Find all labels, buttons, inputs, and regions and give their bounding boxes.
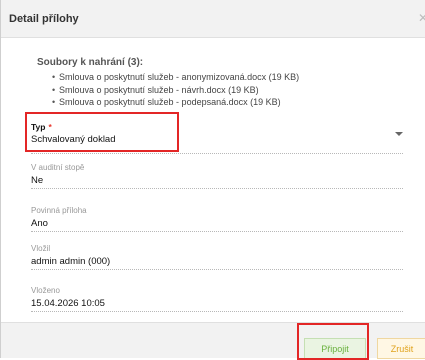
mandatory-attachment-field: Povinná příloha Ano — [31, 205, 403, 232]
file-list-item: Smlouva o poskytnutí služeb - návrh.docx… — [59, 84, 299, 97]
file-list-item: Smlouva o poskytnutí služeb - podepsaná.… — [59, 96, 299, 109]
mandatory-attachment-value: Ano — [31, 218, 48, 229]
mandatory-attachment-label: Povinná příloha — [31, 206, 87, 215]
inserted-date-value: 15.04.2026 10:05 — [31, 298, 105, 309]
inserted-by-value: admin admin (000) — [31, 256, 111, 267]
file-list-item: Smlouva o poskytnutí služeb - anonymizov… — [59, 71, 299, 84]
required-marker: * — [48, 122, 52, 132]
attachment-detail-dialog: Detail přílohy ✕ Soubory k nahrání (3): … — [0, 0, 425, 360]
dialog-title: Detail přílohy — [9, 13, 79, 25]
close-icon[interactable]: ✕ — [418, 11, 425, 25]
inserted-by-field: Vložil admin admin (000) — [31, 243, 403, 270]
type-select[interactable]: Typ * Schvalovaný doklad — [31, 121, 403, 154]
files-to-upload-list: Smlouva o poskytnutí služeb - anonymizov… — [59, 71, 299, 109]
audit-trail-label: V auditní stopě — [31, 163, 85, 172]
audit-trail-field: V auditní stopě Ne — [31, 162, 403, 189]
files-to-upload-heading: Soubory k nahrání (3): — [37, 57, 144, 68]
attach-button[interactable]: Připojit — [304, 338, 366, 359]
chevron-down-icon[interactable] — [395, 132, 403, 136]
inserted-by-label: Vložil — [31, 244, 51, 253]
type-label: Typ * — [31, 122, 52, 132]
audit-trail-value: Ne — [31, 175, 44, 186]
dialog-header: Detail přílohy ✕ — [1, 0, 425, 38]
cancel-button[interactable]: Zrušit — [377, 338, 425, 359]
type-value: Schvalovaný doklad — [31, 134, 116, 145]
inserted-date-label: Vloženo — [31, 286, 60, 295]
inserted-date-field: Vloženo 15.04.2026 10:05 — [31, 285, 403, 312]
